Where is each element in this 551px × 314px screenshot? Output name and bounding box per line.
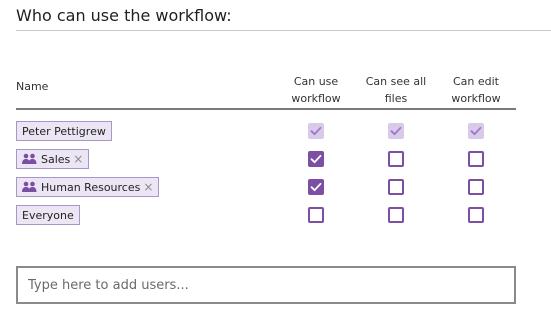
group-chip: Human Resources × (16, 177, 160, 197)
can-edit-checkbox[interactable] (468, 151, 484, 167)
can-edit-checkbox[interactable] (468, 179, 484, 195)
permission-row: Everyone (16, 205, 516, 227)
can-use-checkbox[interactable] (308, 151, 324, 167)
remove-close-icon[interactable]: × (143, 181, 153, 193)
can-see-checkbox (388, 123, 404, 139)
can-use-checkbox (308, 123, 324, 139)
can-see-checkbox[interactable] (388, 179, 404, 195)
group-people-icon (22, 181, 37, 193)
can-use-checkbox[interactable] (308, 179, 324, 195)
chip-label: Human Resources (41, 180, 141, 194)
column-header-can-use: Can use workflow (271, 73, 361, 107)
permission-row: Human Resources × (16, 177, 516, 199)
chip-label: Sales (41, 152, 71, 166)
chip-label: Everyone (22, 208, 74, 222)
checkmark-icon (310, 126, 322, 136)
remove-close-icon[interactable]: × (73, 153, 83, 165)
checkmark-icon (310, 182, 322, 192)
can-use-checkbox[interactable] (308, 207, 324, 223)
chip-label: Peter Pettigrew (22, 124, 106, 138)
header-divider (16, 108, 516, 110)
checkmark-icon (310, 154, 322, 164)
group-people-icon (22, 153, 37, 165)
column-header-can-use-line2: workflow (291, 92, 341, 105)
permission-row: Sales × (16, 149, 516, 171)
permission-row: Peter Pettigrew (16, 121, 516, 143)
user-chip: Everyone (16, 205, 80, 225)
group-chip: Sales × (16, 149, 90, 169)
column-header-can-see-line1: Can see all (365, 75, 427, 88)
add-users-input[interactable] (16, 266, 516, 304)
column-header-can-see: Can see all files (351, 73, 441, 107)
checkmark-icon (390, 126, 402, 136)
column-header-can-edit-line1: Can edit (452, 75, 499, 88)
title-divider (16, 30, 551, 31)
column-header-can-see-line2: files (384, 92, 408, 105)
column-header-name: Name (16, 80, 49, 93)
can-see-checkbox[interactable] (388, 151, 404, 167)
workflow-permissions-panel: Who can use the workflow: Name Can use w… (0, 0, 551, 314)
column-header-can-use-line1: Can use (293, 75, 339, 88)
can-edit-checkbox[interactable] (468, 207, 484, 223)
checkmark-icon (470, 126, 482, 136)
column-header-can-edit-line2: workflow (451, 92, 501, 105)
can-see-checkbox[interactable] (388, 207, 404, 223)
can-edit-checkbox (468, 123, 484, 139)
column-header-can-edit: Can edit workflow (431, 73, 521, 107)
user-chip: Peter Pettigrew (16, 121, 112, 141)
section-title: Who can use the workflow: (16, 6, 232, 25)
